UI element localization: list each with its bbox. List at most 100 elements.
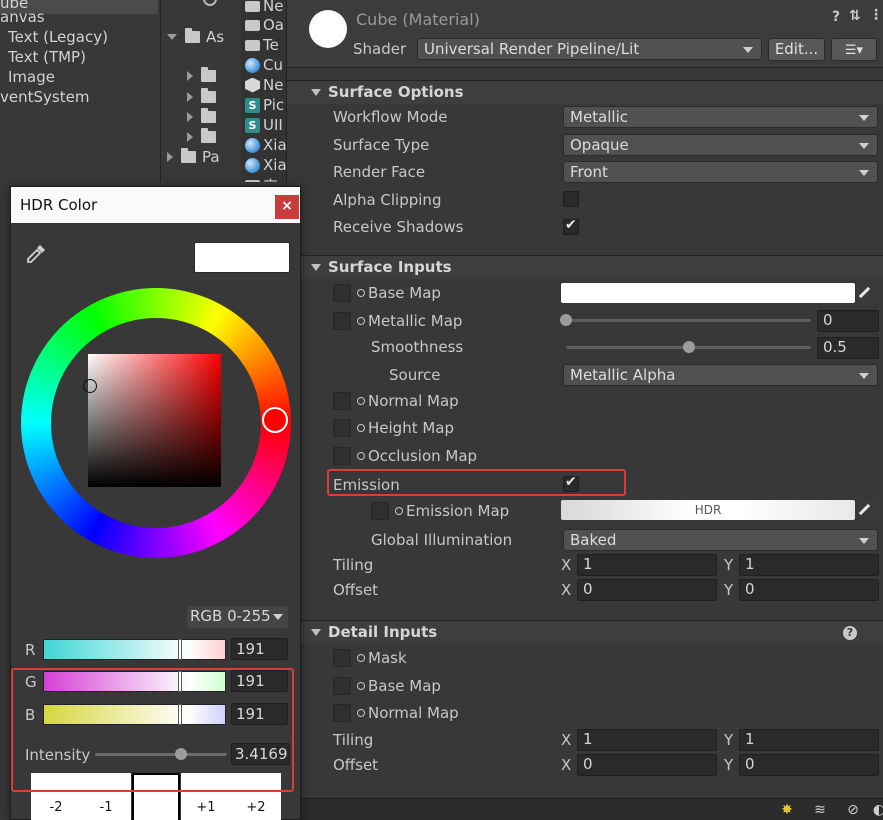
shader-options-button[interactable]: ☰▾ [831,38,877,61]
blue-channel-thumb[interactable] [177,704,182,725]
detail-mask-slot[interactable] [333,649,351,667]
base-map-color-field[interactable] [561,283,855,303]
object-picker-icon[interactable] [357,452,365,460]
source-dropdown[interactable]: Metallic Alpha [563,364,878,386]
hdr-color-titlebar[interactable]: HDR Color × [11,187,300,223]
shader-dropdown[interactable]: Universal Render Pipeline/Lit [417,38,762,60]
file-item[interactable]: 卒 [245,175,278,182]
file-item[interactable]: Xia [245,135,287,155]
presets-icon[interactable]: ⇅ [849,8,861,24]
hierarchy-item-text-tmp[interactable]: Text (TMP) [0,48,86,68]
bug-icon[interactable]: ✸ [778,802,796,818]
current-color-swatch[interactable] [194,242,290,273]
saturation-value-cursor[interactable] [83,379,97,393]
metallic-slider-thumb[interactable] [560,314,572,326]
file-item[interactable]: Cu [245,55,283,75]
global-illumination-dropdown[interactable]: Baked [563,529,878,551]
detail-tiling-x-field[interactable]: 1 [577,729,717,751]
object-picker-icon[interactable] [357,654,365,662]
smoothness-slider-thumb[interactable] [682,341,695,353]
hierarchy-item-eventsystem[interactable]: ventSystem [0,88,89,108]
extra-icon[interactable]: ◐ [870,802,883,818]
eyedropper-icon[interactable] [857,500,879,520]
help-icon[interactable]: ? [843,626,857,640]
file-item[interactable]: Oa [245,15,284,35]
file-item[interactable]: Ne [245,75,283,95]
offset-y-field[interactable]: 0 [739,579,879,601]
emission-color-field[interactable]: HDR [561,500,855,520]
exposure-swatch-plus-2[interactable]: +2 [231,773,281,820]
detail-offset-x-field[interactable]: 0 [577,754,717,776]
surface-inputs-header[interactable]: Surface Inputs [287,255,883,279]
render-face-dropdown[interactable]: Front [563,161,878,183]
close-button[interactable]: × [275,195,299,219]
surface-options-header[interactable]: Surface Options [287,80,883,104]
receive-shadows-checkbox[interactable] [563,217,579,235]
file-item[interactable]: Te [245,35,279,55]
red-channel-thumb[interactable] [177,639,182,660]
object-picker-icon[interactable] [395,507,403,515]
project-tree-packages[interactable]: Pa [167,147,220,167]
object-picker-icon[interactable] [357,424,365,432]
detail-offset-y-field[interactable]: 0 [739,754,879,776]
metallic-slider-track[interactable] [566,319,811,322]
green-channel-slider[interactable] [43,671,226,692]
green-channel-value[interactable]: 191 [231,670,288,692]
occlusion-map-slot[interactable] [333,447,351,465]
help-icon[interactable]: ? [832,9,840,25]
exposure-swatch-minus-2[interactable]: -2 [31,773,81,820]
metallic-map-slot[interactable] [333,312,351,330]
exposure-swatch-plus-1[interactable]: +1 [181,773,231,820]
layers-icon[interactable]: ≋ [811,802,829,818]
alpha-clipping-checkbox[interactable] [563,191,579,207]
smoothness-value-field[interactable]: 0.5 [817,337,879,359]
height-map-slot[interactable] [333,419,351,437]
blue-channel-slider[interactable] [43,704,226,725]
expand-arrow-icon[interactable] [187,112,193,122]
intensity-slider-track[interactable] [95,753,227,756]
detail-tiling-y-field[interactable]: 1 [739,729,879,751]
exposure-swatch-minus-1[interactable]: -1 [81,773,131,820]
hierarchy-item-text-legacy[interactable]: Text (Legacy) [0,28,108,48]
object-picker-icon[interactable] [357,317,365,325]
blue-channel-value[interactable]: 191 [231,703,288,725]
red-channel-value[interactable]: 191 [231,638,288,660]
offset-x-field[interactable]: 0 [577,579,717,601]
workflow-mode-dropdown[interactable]: Metallic [563,106,878,128]
detail-base-map-slot[interactable] [333,677,351,695]
emission-checkbox[interactable] [563,474,579,492]
project-tree-assets[interactable]: As [167,27,224,47]
project-tree-folder[interactable] [187,127,222,147]
hierarchy-item-image[interactable]: Image [0,68,55,88]
object-picker-icon[interactable] [357,289,365,297]
expand-arrow-icon[interactable] [167,34,177,40]
eyedropper-icon[interactable] [25,243,47,265]
saturation-value-square[interactable] [88,354,221,487]
red-channel-slider[interactable] [43,639,226,660]
metallic-value-field[interactable]: 0 [817,310,879,332]
object-picker-icon[interactable] [357,682,365,690]
intensity-value-field[interactable]: 3.4169 [231,743,290,765]
detail-normal-map-slot[interactable] [333,704,351,722]
hierarchy-item-canvas[interactable]: anvas [0,8,45,28]
normal-map-slot[interactable] [333,392,351,410]
hue-cursor[interactable] [262,407,288,433]
color-mode-dropdown[interactable]: RGB 0-255 [187,606,288,628]
expand-arrow-icon[interactable] [187,132,193,142]
expand-arrow-icon[interactable] [167,152,173,162]
object-picker-icon[interactable] [357,397,365,405]
file-item[interactable]: S UII [245,115,283,135]
file-item[interactable]: Xia [245,155,287,175]
object-picker-icon[interactable] [357,709,365,717]
intensity-slider-thumb[interactable] [175,748,187,760]
emission-map-slot[interactable] [371,502,389,520]
detail-inputs-header[interactable]: Detail Inputs ? [287,620,883,644]
tiling-y-field[interactable]: 1 [739,554,879,576]
tiling-x-field[interactable]: 1 [577,554,717,576]
project-tree-folder[interactable] [187,66,222,86]
base-map-slot[interactable] [333,284,351,302]
debug-off-icon[interactable]: ⊘ [844,802,862,818]
surface-type-dropdown[interactable]: Opaque [563,134,878,156]
file-item[interactable]: Ne [245,0,283,16]
expand-arrow-icon[interactable] [187,92,193,102]
